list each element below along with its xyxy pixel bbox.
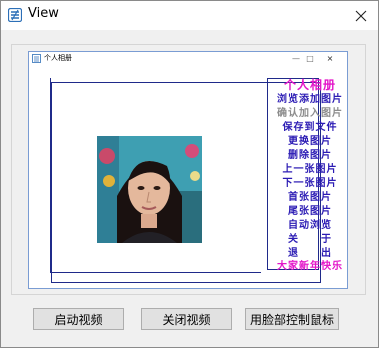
face-photo-image <box>97 136 202 243</box>
menu-item-browse-add[interactable]: 浏览添加图片 <box>270 93 350 107</box>
menu-item-previous[interactable]: 上一张图片 <box>270 163 350 177</box>
preview-title: 个人相册 <box>44 55 72 62</box>
preview-title-bar: 个人相册 — □ × <box>29 52 347 65</box>
menu-item-confirm-add[interactable]: 确认加入图片 <box>270 107 350 121</box>
menu-item-last[interactable]: 尾张图片 <box>270 205 350 219</box>
menu-item-first[interactable]: 首张图片 <box>270 191 350 205</box>
menu-item-change-image[interactable]: 更换图片 <box>270 135 350 149</box>
menu-item-next[interactable]: 下一张图片 <box>270 177 350 191</box>
menu-footer: 大家新年快乐 <box>277 261 343 272</box>
menu-item-about[interactable]: 关 于 <box>270 233 350 247</box>
face-mouse-control-button[interactable]: 用脸部控制鼠标 <box>245 308 339 330</box>
menu-item-exit[interactable]: 退 出 <box>270 247 350 261</box>
window-title: View <box>28 6 59 21</box>
menu-item-auto-browse[interactable]: 自动浏览 <box>270 219 350 233</box>
stop-video-button[interactable]: 关闭视频 <box>141 308 232 330</box>
start-video-button[interactable]: 启动视频 <box>33 308 124 330</box>
title-bar[interactable]: View <box>1 1 378 30</box>
menu-item-save-file[interactable]: 保存到文件 <box>270 121 350 135</box>
video-canvas: 个人相册 浏览添加图片 确认加入图片 保存到文件 更换图片 删除图片 上一张图片… <box>30 65 347 288</box>
maximize-icon[interactable]: □ <box>303 52 317 64</box>
menu-item-delete-image[interactable]: 删除图片 <box>270 149 350 163</box>
close-icon <box>355 10 367 21</box>
main-window: View 个人相册 — □ × 个人相册 浏览添加图片 确认加入图片 保存到文件… <box>0 0 379 348</box>
face-photo <box>97 136 202 243</box>
app-icon <box>32 54 41 63</box>
minimize-icon[interactable]: — <box>289 52 303 64</box>
close-icon[interactable]: × <box>323 52 337 64</box>
album-menu: 个人相册 浏览添加图片 确认加入图片 保存到文件 更换图片 删除图片 上一张图片… <box>270 77 350 273</box>
app-icon <box>8 8 22 22</box>
menu-header: 个人相册 <box>283 78 336 92</box>
close-button[interactable] <box>344 1 378 30</box>
video-preview-window: 个人相册 — □ × 个人相册 浏览添加图片 确认加入图片 保存到文件 更换图片… <box>28 51 348 289</box>
